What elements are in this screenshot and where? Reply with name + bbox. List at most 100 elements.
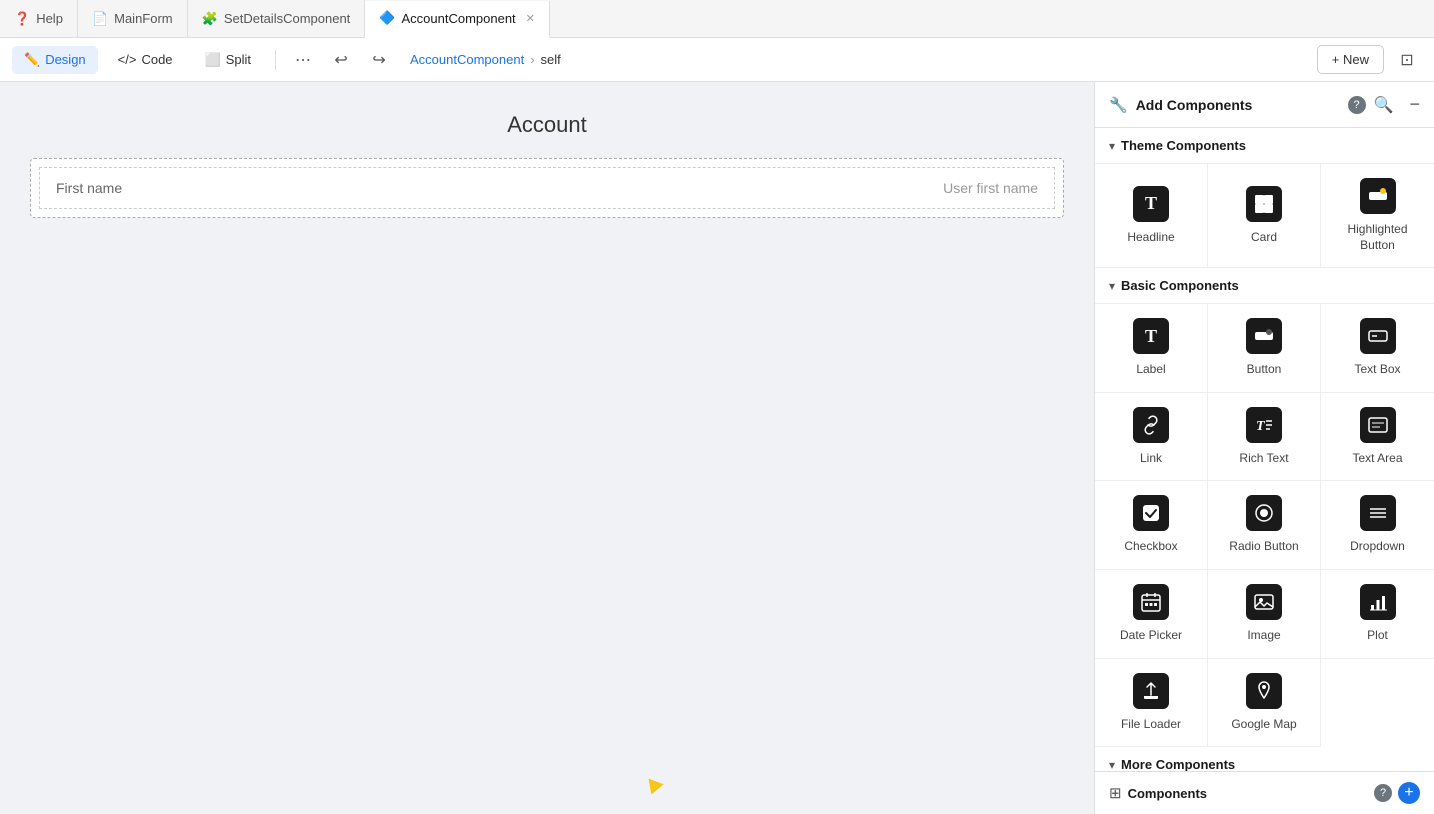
redo-button[interactable]: ↪ [364,45,394,75]
breadcrumb-component[interactable]: AccountComponent [410,52,524,67]
component-item-date-picker[interactable]: Date Picker [1095,570,1208,659]
cursor-icon [642,773,663,794]
link-icon [1133,407,1169,443]
canvas-component-label: First name [56,180,943,196]
component-item-radio-button[interactable]: Radio Button [1208,481,1321,570]
layout-toggle-button[interactable]: ⊡ [1392,45,1422,75]
card-label: Card [1251,230,1277,246]
bottom-panel: ⊞ Components ? + [1095,771,1434,814]
file-loader-label: File Loader [1121,717,1181,733]
main-area: Account First name User first name 🔧 Add… [0,82,1434,814]
label-label: Label [1136,362,1165,378]
toolbar: ✏️ Design </> Code ⬜ Split ⋯ ↩ ↪ Account… [0,38,1434,82]
tab-help-label: Help [36,11,63,26]
new-button[interactable]: + New [1317,45,1384,74]
image-label: Image [1247,628,1280,644]
component-item-google-map[interactable]: Google Map [1208,659,1321,748]
theme-section-title: Theme Components [1121,138,1246,153]
help-tab-icon: ❓ [14,11,30,27]
setdetails-tab-icon: 🧩 [202,11,218,27]
component-item-dropdown[interactable]: Dropdown [1321,481,1434,570]
text-box-icon [1360,318,1396,354]
panel-scroll: ▾ Theme Components T Headline [1095,128,1434,771]
more-chevron-icon: ▾ [1109,758,1115,771]
card-icon [1246,186,1282,222]
code-icon: </> [118,52,137,67]
plot-icon [1360,584,1396,620]
theme-components-grid: T Headline Card [1095,163,1434,268]
more-options-button[interactable]: ⋯ [288,45,318,75]
split-label: Split [226,52,251,67]
component-item-link[interactable]: Link [1095,393,1208,482]
tab-help[interactable]: ❓ Help [0,0,78,37]
toolbar-divider-1 [275,50,276,70]
right-panel: 🔧 Add Components ? 🔍 − ▾ Theme Component… [1094,82,1434,814]
button-label: Button [1247,362,1282,378]
rich-text-label: Rich Text [1239,451,1288,467]
component-item-file-loader[interactable]: File Loader [1095,659,1208,748]
code-label: Code [141,52,172,67]
tab-setdetails-label: SetDetailsComponent [224,11,350,26]
component-item-rich-text[interactable]: T Rich Text [1208,393,1321,482]
components-title: Components [1128,786,1368,801]
basic-section-header[interactable]: ▾ Basic Components [1095,268,1434,303]
cursor-area [645,777,661,791]
add-components-title: Add Components [1136,97,1340,113]
canvas-title: Account [30,112,1064,138]
design-button[interactable]: ✏️ Design [12,46,98,74]
component-item-label[interactable]: T Label [1095,304,1208,393]
basic-components-grid: T Label Button [1095,303,1434,747]
component-item-text-box[interactable]: Text Box [1321,304,1434,393]
basic-chevron-icon: ▾ [1109,279,1115,293]
canvas-component-wrapper: First name User first name [30,158,1064,218]
link-label: Link [1140,451,1162,467]
canvas-component-first-name[interactable]: First name User first name [39,167,1055,209]
tab-account-label: AccountComponent [401,11,515,26]
rich-text-icon: T [1246,407,1282,443]
tab-mainform[interactable]: 📄 MainForm [78,0,188,37]
headline-label: Headline [1127,230,1174,246]
theme-section-header[interactable]: ▾ Theme Components [1095,128,1434,163]
breadcrumb: AccountComponent › self [410,52,561,67]
radio-button-icon [1246,495,1282,531]
add-component-button[interactable]: + [1398,782,1420,804]
mainform-tab-icon: 📄 [92,11,108,27]
search-icon[interactable]: 🔍 [1374,95,1394,115]
canvas[interactable]: Account First name User first name [0,82,1094,814]
canvas-component-value: User first name [943,180,1038,196]
theme-chevron-icon: ▾ [1109,139,1115,153]
text-area-icon [1360,407,1396,443]
toolbar-right: + New ⊡ [1317,45,1422,75]
components-help-icon[interactable]: ? [1374,784,1392,802]
split-button[interactable]: ⬜ Split [193,46,263,74]
component-item-headline[interactable]: T Headline [1095,164,1208,268]
add-components-help-icon[interactable]: ? [1348,96,1366,114]
component-item-text-area[interactable]: Text Area [1321,393,1434,482]
new-label: + New [1332,52,1369,67]
code-button[interactable]: </> Code [106,46,185,73]
date-picker-label: Date Picker [1120,628,1182,644]
account-tab-icon: 🔷 [379,10,395,26]
component-item-button[interactable]: Button [1208,304,1321,393]
add-components-header: 🔧 Add Components ? 🔍 − [1095,82,1434,128]
component-item-plot[interactable]: Plot [1321,570,1434,659]
tab-setdetails[interactable]: 🧩 SetDetailsComponent [188,0,366,37]
design-icon: ✏️ [24,52,40,68]
tab-account[interactable]: 🔷 AccountComponent ✕ [365,1,550,38]
tab-account-close[interactable]: ✕ [526,12,535,25]
undo-button[interactable]: ↩ [326,45,356,75]
component-item-highlighted-button[interactable]: Highlighted Button [1321,164,1434,268]
collapse-icon[interactable]: − [1409,94,1420,115]
component-item-checkbox[interactable]: Checkbox [1095,481,1208,570]
more-section-header[interactable]: ▾ More Components [1095,747,1434,771]
tab-mainform-label: MainForm [114,11,173,26]
text-area-label: Text Area [1352,451,1402,467]
component-item-image[interactable]: Image [1208,570,1321,659]
tab-bar: ❓ Help 📄 MainForm 🧩 SetDetailsComponent … [0,0,1434,38]
highlighted-button-label: Highlighted Button [1329,222,1426,253]
headline-icon: T [1133,186,1169,222]
design-label: Design [45,52,85,67]
component-item-card[interactable]: Card [1208,164,1321,268]
checkbox-icon [1133,495,1169,531]
google-map-label: Google Map [1231,717,1296,733]
